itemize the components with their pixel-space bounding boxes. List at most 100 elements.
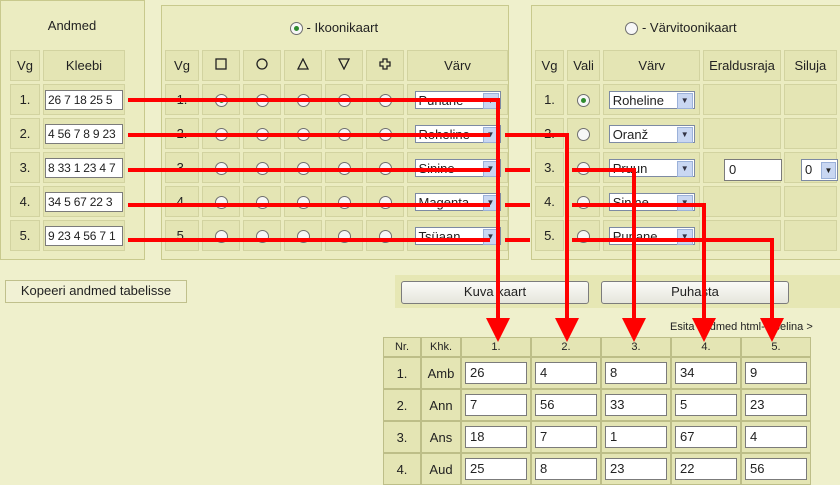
result-khk: Ann [421, 389, 461, 421]
result-input[interactable]: 33 [605, 394, 667, 416]
result-input[interactable]: 7 [535, 426, 597, 448]
color-select-cell: Magenta ▼ [407, 186, 508, 217]
color-select[interactable]: Pruun ▼ [608, 158, 695, 177]
result-input[interactable]: 9 [745, 362, 807, 384]
show-map-button[interactable]: Kuva kaart [401, 281, 589, 304]
result-input[interactable]: 4 [535, 362, 597, 384]
color-select[interactable]: Roheline ▼ [414, 124, 501, 143]
shape-radio[interactable] [337, 94, 351, 108]
shape-radio[interactable] [337, 128, 351, 142]
icon-map-radio[interactable] [289, 22, 303, 36]
color-select[interactable]: Sinine ▼ [608, 192, 695, 211]
shape-radio-cell [202, 84, 240, 115]
color-select[interactable]: Sinine ▼ [414, 158, 501, 177]
shape-radio[interactable] [214, 94, 228, 108]
result-input[interactable]: 56 [535, 394, 597, 416]
shape-radio[interactable] [296, 94, 310, 108]
shape-radio[interactable] [214, 196, 228, 210]
vali-cell [566, 84, 601, 115]
siluja-select[interactable]: 0 ▼ [801, 159, 838, 181]
shape-radio[interactable] [255, 230, 269, 244]
shape-radio-cell [284, 186, 322, 217]
cross-icon [379, 58, 391, 73]
copy-data-button[interactable]: Kopeeri andmed tabelisse [5, 280, 187, 303]
vali-radio[interactable] [577, 230, 591, 244]
shape-radio[interactable] [378, 128, 392, 142]
result-input[interactable]: 34 [675, 362, 737, 384]
shape-radio[interactable] [255, 128, 269, 142]
kleebi-input[interactable]: 8 33 1 23 4 7 [45, 157, 123, 178]
shape-radio[interactable] [378, 94, 392, 108]
color-map-radio[interactable] [625, 22, 639, 36]
result-input[interactable]: 26 [465, 362, 527, 384]
result-input[interactable]: 5 [675, 394, 737, 416]
kleebi-input[interactable]: 26 7 18 25 5 [45, 89, 123, 110]
shape-radio-cell [366, 220, 404, 251]
shape-radio[interactable] [255, 196, 269, 210]
color-select[interactable]: Punane ▼ [414, 90, 501, 109]
shape-radio[interactable] [378, 196, 392, 210]
result-input[interactable]: 1 [605, 426, 667, 448]
color-select[interactable]: Magenta ▼ [414, 192, 501, 211]
shape-radio[interactable] [214, 128, 228, 142]
result-cell: 23 [741, 389, 811, 421]
chevron-down-icon: ▼ [482, 160, 499, 177]
result-input[interactable]: 18 [465, 426, 527, 448]
result-cell: 25 [461, 453, 531, 485]
result-row: 3. Ans 18 7 1 67 4 [383, 421, 811, 453]
kleebi-input[interactable]: 34 5 67 22 3 [45, 191, 123, 212]
color-select[interactable]: Roheline ▼ [608, 90, 695, 109]
shape-radio[interactable] [214, 230, 228, 244]
color-select[interactable]: Oranž ▼ [608, 124, 695, 143]
icon-row: 3. Sinine ▼ [165, 152, 508, 183]
color-select-cell: Sinine ▼ [407, 152, 508, 183]
row-vg: 3. [10, 152, 40, 183]
html-table-link[interactable]: Esita andmed html-tabelina > [670, 321, 813, 333]
vali-radio[interactable] [577, 162, 591, 176]
vali-radio[interactable] [577, 196, 591, 210]
result-row: 4. Aud 25 8 23 22 56 [383, 453, 811, 485]
shape-radio[interactable] [255, 94, 269, 108]
shape-radio[interactable] [337, 230, 351, 244]
vali-cell [566, 220, 601, 251]
siluja-cell [783, 220, 837, 251]
result-cell: 7 [461, 389, 531, 421]
shape-radio[interactable] [337, 196, 351, 210]
clear-button[interactable]: Puhasta [601, 281, 789, 304]
result-input[interactable]: 67 [675, 426, 737, 448]
vali-radio[interactable] [577, 94, 591, 108]
shape-radio[interactable] [296, 230, 310, 244]
kleebi-input[interactable]: 9 23 4 56 7 1 [45, 225, 123, 246]
result-input[interactable]: 23 [745, 394, 807, 416]
shape-radio[interactable] [337, 162, 351, 176]
shape-radio[interactable] [296, 196, 310, 210]
eraldusraja-input[interactable]: 0 [724, 159, 782, 181]
shape-radio[interactable] [296, 128, 310, 142]
vali-radio[interactable] [577, 128, 591, 142]
row-vg: 2. [535, 118, 564, 149]
color-select[interactable]: Punane ▼ [608, 226, 695, 245]
square-icon [215, 58, 227, 73]
result-col-header: 2. [531, 337, 601, 357]
eraldusraja-cell [703, 118, 781, 149]
result-cell: 34 [671, 357, 741, 389]
shape-radio[interactable] [378, 162, 392, 176]
row-vg: 4. [535, 186, 564, 217]
col-varv-header: Värv [603, 50, 701, 81]
result-input[interactable]: 7 [465, 394, 527, 416]
result-input[interactable]: 4 [745, 426, 807, 448]
kleebi-input[interactable]: 4 56 7 8 9 23 [45, 123, 123, 144]
shape-radio[interactable] [296, 162, 310, 176]
result-input[interactable]: 8 [605, 362, 667, 384]
color-select-cell: Punane ▼ [603, 220, 701, 251]
shape-radio[interactable] [255, 162, 269, 176]
shape-radio[interactable] [214, 162, 228, 176]
result-nr: 4. [383, 453, 421, 485]
vali-cell [566, 118, 601, 149]
color-select[interactable]: Tsüaan ▼ [414, 226, 501, 245]
row-vg: 5. [535, 220, 564, 251]
data-row: 2. 4 56 7 8 9 23 [10, 118, 125, 149]
color-select-cell: Roheline ▼ [407, 118, 508, 149]
chevron-down-icon: ▼ [482, 126, 499, 143]
shape-radio[interactable] [378, 230, 392, 244]
